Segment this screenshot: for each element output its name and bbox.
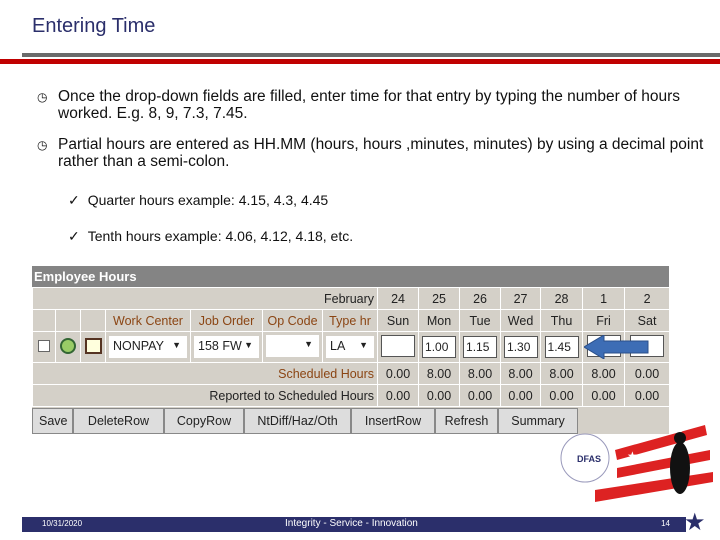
chevron-down-icon: ▼ — [244, 340, 253, 350]
scheduled-value: 8.00 — [459, 362, 502, 385]
divider — [22, 53, 720, 57]
reported-value: 0.00 — [540, 384, 584, 407]
bullet: ◷ Once the drop-down fields are filled, e… — [37, 88, 681, 122]
date: 2 — [624, 287, 671, 310]
day: Sun — [377, 309, 420, 332]
date: 28 — [540, 287, 584, 310]
employee-hours-panel: Employee Hours February 24 25 26 27 28 1 2 Wor… — [31, 266, 671, 434]
reported-hours-label: Reported to Scheduled Hours — [31, 384, 379, 407]
svg-text:★: ★ — [650, 492, 666, 512]
header-op-code: Op Code — [262, 309, 323, 332]
month-label: February — [31, 287, 379, 310]
footer-bar: 10/31/2020 Integrity - Service - Innovat… — [22, 517, 686, 532]
date: 25 — [418, 287, 461, 310]
day: Sat — [624, 309, 671, 332]
footer-date: 10/31/2020 — [42, 519, 83, 528]
day: Mon — [418, 309, 461, 332]
checkmark-icon: ✓ — [68, 228, 80, 244]
job-order-select[interactable]: 158 FW ▼ — [194, 336, 259, 358]
day: Tue — [459, 309, 502, 332]
scheduled-value: 0.00 — [624, 362, 671, 385]
scheduled-value: 8.00 — [418, 362, 461, 385]
date: 24 — [377, 287, 420, 310]
date: 26 — [459, 287, 502, 310]
reported-value: 0.00 — [582, 384, 626, 407]
ntdiff-button[interactable]: NtDiff/Haz/Oth — [244, 408, 351, 434]
footer-tagline: Integrity - Service - Innovation — [285, 518, 418, 529]
row-checkbox[interactable] — [38, 339, 50, 352]
day: Thu — [540, 309, 584, 332]
reported-value: 0.00 — [624, 384, 671, 407]
panel-title: Employee Hours — [32, 266, 669, 287]
chevron-down-icon: ▼ — [172, 340, 181, 350]
reported-value: 0.00 — [459, 384, 502, 407]
chevron-down-icon: ▼ — [304, 338, 313, 349]
reported-value: 0.00 — [500, 384, 542, 407]
type-hr-select[interactable]: LA ▼ — [326, 336, 375, 358]
checkmark-icon: ✓ — [68, 192, 80, 208]
header-work-center: Work Center — [105, 309, 191, 332]
divider-red — [0, 59, 720, 64]
delete-row-button[interactable]: DeleteRow — [73, 408, 164, 434]
date: 1 — [582, 287, 626, 310]
op-code-select[interactable]: ▼ — [266, 334, 319, 357]
svg-text:★: ★ — [627, 449, 638, 463]
star-icon: ★ — [684, 509, 706, 536]
sub-bullet: ✓ Quarter hours example: 4.15, 4.3, 4.45 — [68, 192, 329, 208]
header-job-order: Job Order — [190, 309, 263, 332]
chevron-down-icon: ▼ — [359, 340, 369, 350]
hours-input-thu[interactable]: 1.45 — [544, 336, 579, 358]
bullet: ◷ Partial hours are entered as HH.MM (hou… — [37, 136, 704, 170]
scheduled-hours-label: Scheduled Hours — [31, 362, 379, 385]
work-center-select[interactable]: NONPAY ▼ — [109, 336, 187, 358]
hours-input-mon[interactable]: 1.00 — [422, 336, 457, 358]
left-arrow-icon — [584, 335, 649, 359]
copy-row-button[interactable]: CopyRow — [164, 408, 244, 434]
scheduled-value: 8.00 — [500, 362, 542, 385]
clock-icon: ◷ — [37, 138, 48, 152]
reported-value: 0.00 — [418, 384, 461, 407]
page-number: 14 — [661, 519, 670, 528]
header-type-hr: Type hr — [321, 309, 379, 332]
book-icon[interactable] — [84, 337, 102, 354]
day: Wed — [500, 309, 542, 332]
day: Fri — [582, 309, 626, 332]
status-icon[interactable] — [60, 337, 76, 354]
svg-text:DFAS: DFAS — [577, 454, 601, 464]
scheduled-value: 0.00 — [377, 362, 420, 385]
date: 27 — [500, 287, 542, 310]
scheduled-value: 8.00 — [540, 362, 584, 385]
sub-bullet: ✓ Tenth hours example: 4.06, 4.12, 4.18, … — [68, 228, 354, 244]
hours-input-tue[interactable]: 1.15 — [463, 336, 498, 358]
hours-input-wed[interactable]: 1.30 — [504, 336, 539, 358]
hours-input-sun[interactable] — [381, 334, 416, 357]
save-button[interactable]: Save — [32, 408, 73, 434]
slide-title: Entering Time — [32, 15, 156, 37]
scheduled-value: 8.00 — [582, 362, 626, 385]
reported-value: 0.00 — [377, 384, 420, 407]
dfas-logo: ★★★ DFAS — [560, 425, 713, 512]
insert-row-button[interactable]: InsertRow — [351, 408, 435, 434]
refresh-button[interactable]: Refresh — [435, 408, 498, 434]
clock-icon: ◷ — [37, 90, 48, 104]
